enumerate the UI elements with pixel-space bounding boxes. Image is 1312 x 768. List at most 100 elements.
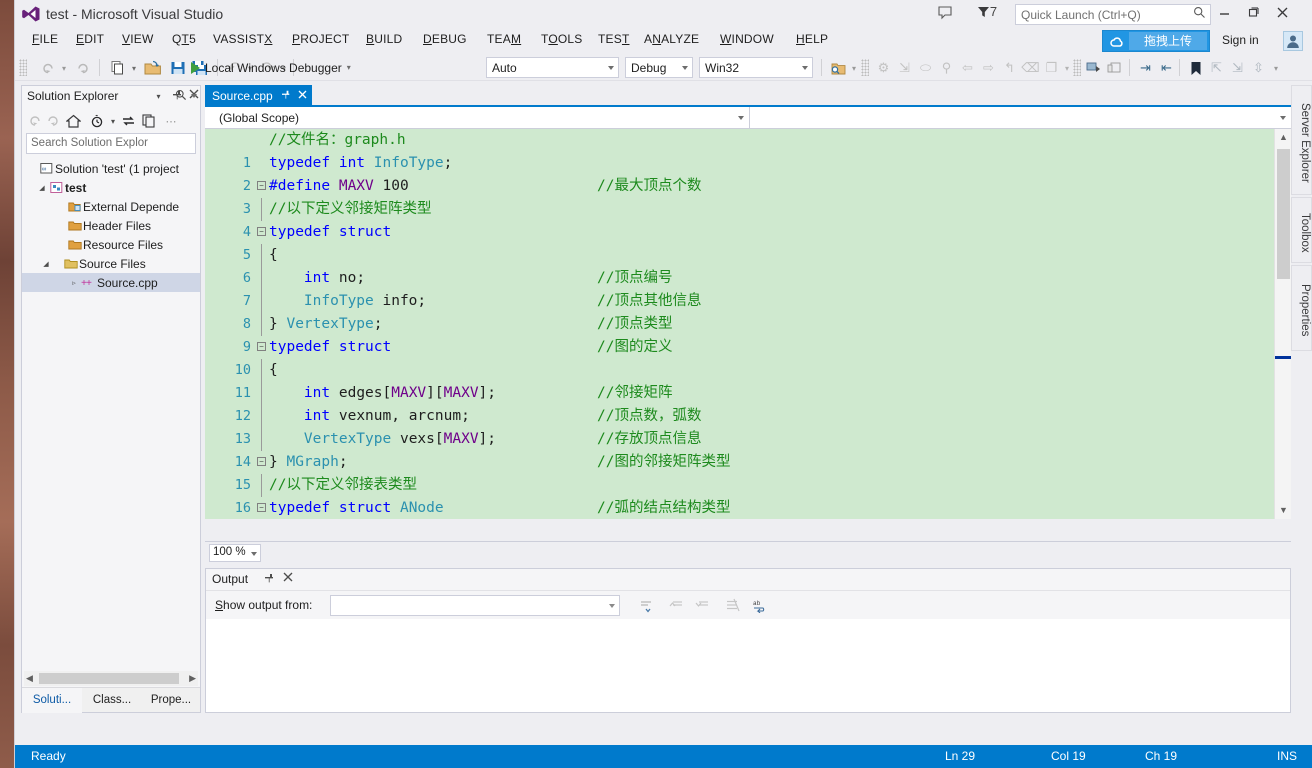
maximize-button[interactable] — [1242, 4, 1264, 24]
tree-item-header-files[interactable]: Header Files — [22, 216, 200, 235]
breakpoint-icon[interactable]: ⬭ — [915, 58, 936, 78]
code-line-3[interactable]: 3 − #define MAXV 100 //最大顶点个数 — [205, 175, 1291, 217]
close-icon[interactable] — [280, 572, 295, 587]
search-icon[interactable] — [175, 89, 187, 104]
find-message-icon[interactable] — [636, 596, 656, 615]
combo-auto[interactable]: Auto — [486, 57, 619, 78]
combo-configuration[interactable]: Debug — [625, 57, 693, 78]
search-icon[interactable] — [1193, 6, 1206, 22]
quick-launch-input[interactable]: Quick Launch (Ctrl+Q) — [1015, 4, 1211, 25]
panel-dropdown-icon[interactable]: ▾ — [151, 89, 166, 104]
clear-all-icon[interactable] — [722, 596, 742, 615]
nav-back-icon[interactable]: ⇦ — [957, 58, 978, 78]
find-overflow-dropdown[interactable]: ▾ — [849, 58, 859, 78]
close-button[interactable] — [1271, 4, 1293, 24]
forward-arrow-icon[interactable] — [44, 112, 62, 130]
output-text-area[interactable] — [206, 619, 1290, 712]
attach-icon[interactable]: ⚙ — [873, 58, 894, 78]
navigate-backward-button[interactable] — [37, 58, 59, 78]
comment-icon[interactable] — [1083, 58, 1104, 78]
new-item-dropdown[interactable]: ▾ — [129, 58, 139, 78]
menu-item-view[interactable]: VIEW — [122, 32, 153, 50]
combo-platform[interactable]: Win32 — [699, 57, 813, 78]
account-icon[interactable] — [1283, 31, 1303, 51]
drag-upload-button[interactable]: 拖拽上传 — [1102, 30, 1210, 52]
word-wrap-icon[interactable]: ab — [750, 596, 770, 615]
editor-tab-source-cpp[interactable]: Source.cpp — [205, 85, 312, 107]
new-item-button[interactable] — [107, 58, 129, 78]
menu-item-test[interactable]: TEST — [598, 32, 629, 50]
menu-item-tools[interactable]: TOOLS — [541, 32, 583, 50]
code-line-11[interactable]: 11 { — [205, 359, 1291, 401]
tab-properties[interactable]: Properties — [1291, 265, 1312, 351]
code-line-17[interactable]: 17 − typedef struct ANode //弧的结点结构类型 — [205, 497, 1291, 519]
tree-expander[interactable]: ◢ — [40, 260, 52, 268]
code-line-8[interactable]: 8 InfoType info; //顶点其他信息 — [205, 290, 1291, 332]
outdent-icon[interactable]: ⇤ — [1156, 58, 1177, 78]
tree-expander[interactable]: ◢ — [36, 184, 48, 192]
show-all-files-icon[interactable] — [140, 112, 158, 130]
tree-item-external-dependencies[interactable]: External Depende — [22, 197, 200, 216]
fold-toggle[interactable]: − — [257, 227, 266, 236]
tree-item-source-files[interactable]: ◢ Source Files — [22, 254, 200, 273]
close-icon[interactable] — [298, 90, 307, 102]
window-icon[interactable]: ❐ — [1041, 58, 1062, 78]
code-line-14[interactable]: 14 VertexType vexs[MAXV]; //存放顶点信息 — [205, 428, 1291, 470]
search-options-dropdown[interactable] — [191, 94, 197, 98]
menu-item-analyze[interactable]: ANALYZE — [644, 32, 699, 50]
undo-nav-icon[interactable]: ↰ — [999, 58, 1020, 78]
scroll-down-icon[interactable]: ▼ — [1275, 502, 1292, 519]
code-editor[interactable]: 1 //文件名：graph.h 2 typedef int InfoType; … — [205, 129, 1291, 519]
code-line-13[interactable]: 13 int vexnum, arcnum; //顶点数，弧数 — [205, 405, 1291, 447]
tree-item-project-test[interactable]: ◢ test — [22, 178, 200, 197]
nav-forward-icon[interactable]: ⇨ — [978, 58, 999, 78]
menu-item-window[interactable]: WINDOW — [720, 32, 774, 50]
navigate-forward-button[interactable] — [71, 58, 93, 78]
menu-item-file[interactable]: FILE — [32, 32, 58, 50]
go-to-previous-icon[interactable] — [666, 596, 686, 615]
code-line-7[interactable]: 7 int no; //顶点编号 — [205, 267, 1291, 309]
sign-in-link[interactable]: Sign in — [1222, 33, 1259, 47]
code-line-2[interactable]: 2 typedef int InfoType; — [205, 152, 1291, 194]
fold-toggle[interactable]: − — [257, 342, 266, 351]
pin-icon[interactable] — [280, 89, 291, 103]
menu-item-debug[interactable]: DEBUG — [423, 32, 467, 50]
tree-item-source-cpp[interactable]: ▹ + + Source.cpp — [22, 273, 200, 292]
navigate-backward-dropdown[interactable]: ▾ — [59, 58, 69, 78]
scroll-right-icon[interactable]: ▶ — [189, 673, 196, 684]
minimize-button[interactable] — [1213, 4, 1235, 24]
back-arrow-icon[interactable] — [26, 112, 44, 130]
output-source-combo[interactable] — [330, 595, 620, 616]
zoom-level-combo[interactable]: 100 % — [209, 544, 261, 562]
save-button[interactable] — [167, 58, 189, 78]
tab-solution-explorer[interactable]: Soluti... — [22, 688, 82, 713]
editor-vertical-scrollbar[interactable]: ▲ ▼ — [1274, 129, 1292, 519]
clear-icon[interactable]: ⌫ — [1020, 58, 1041, 78]
code-line-16[interactable]: 16 //以下定义邻接表类型 — [205, 474, 1291, 516]
bookmark-icon[interactable] — [1185, 58, 1206, 78]
menu-item-team[interactable]: TEAM — [487, 32, 521, 50]
find-in-files-icon[interactable] — [827, 58, 849, 78]
fold-toggle[interactable]: − — [257, 503, 266, 512]
code-line-10[interactable]: 10 − typedef struct //图的定义 — [205, 336, 1291, 378]
go-to-next-icon[interactable] — [692, 596, 712, 615]
hscroll-thumb[interactable] — [39, 673, 179, 684]
menu-item-qt5[interactable]: QT5 — [172, 32, 196, 50]
code-line-6[interactable]: 6 { — [205, 244, 1291, 286]
start-debugging-button[interactable]: Local Windows Debugger ▾ — [191, 57, 351, 78]
prev-bookmark-icon[interactable]: ⇱ — [1206, 58, 1227, 78]
code-line-4[interactable]: 4 //以下定义邻接矩阵类型 — [205, 198, 1291, 240]
feedback-icon[interactable]: 7 — [970, 4, 1004, 22]
clear-bookmarks-icon[interactable]: ⇳ — [1248, 58, 1269, 78]
member-selector[interactable] — [750, 107, 1291, 129]
chevron-down-icon[interactable]: ▾ — [347, 63, 351, 72]
vscroll-thumb[interactable] — [1277, 149, 1290, 279]
menu-item-edit[interactable]: EDIT — [76, 32, 104, 50]
menu-item-project[interactable]: PROJECT — [292, 32, 349, 50]
step-icon[interactable]: ⇲ — [894, 58, 915, 78]
code-line-12[interactable]: 12 int edges[MAXV][MAXV]; //邻接矩阵 — [205, 382, 1291, 424]
tree-expander[interactable]: ▹ — [68, 279, 80, 287]
find-symbol-icon[interactable]: ⚲ — [936, 58, 957, 78]
pin-icon[interactable] — [261, 572, 276, 587]
scroll-left-icon[interactable]: ◀ — [26, 673, 33, 684]
